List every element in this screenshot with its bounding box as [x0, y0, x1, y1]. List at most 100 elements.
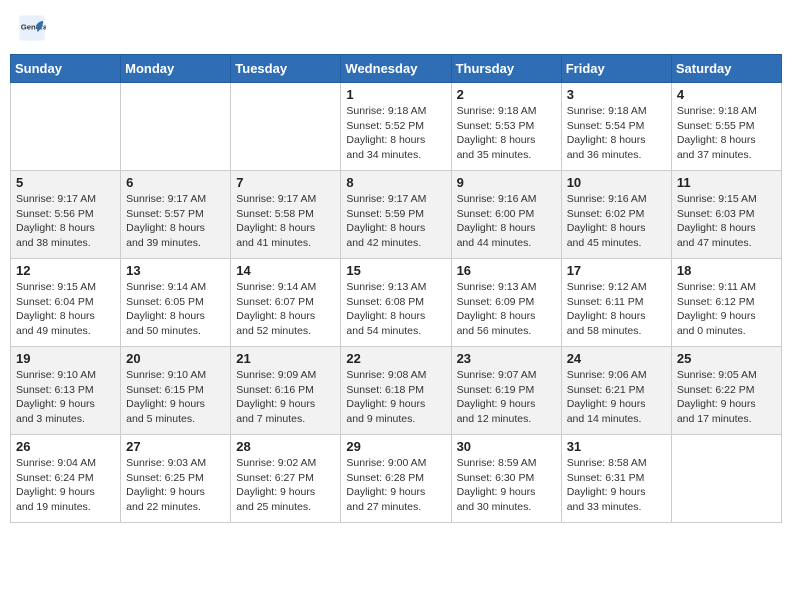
- day-info: Sunrise: 9:14 AMSunset: 6:05 PMDaylight:…: [126, 280, 225, 339]
- calendar-week-row: 19Sunrise: 9:10 AMSunset: 6:13 PMDayligh…: [11, 347, 782, 435]
- day-of-week-header: Friday: [561, 55, 671, 83]
- day-info: Sunrise: 8:59 AMSunset: 6:30 PMDaylight:…: [457, 456, 556, 515]
- calendar-header-row: SundayMondayTuesdayWednesdayThursdayFrid…: [11, 55, 782, 83]
- calendar-day-cell: 30 Sunrise: 8:59 AMSunset: 6:30 PMDayligh…: [451, 435, 561, 523]
- day-number: 24: [567, 351, 666, 366]
- day-info: Sunrise: 9:09 AMSunset: 6:16 PMDaylight:…: [236, 368, 335, 427]
- calendar-day-cell: 29Sunrise: 9:00 AMSunset: 6:28 PMDayligh…: [341, 435, 451, 523]
- day-info: Sunrise: 8:58 AMSunset: 6:31 PMDaylight:…: [567, 456, 666, 515]
- calendar-day-cell: 20 Sunrise: 9:10 AMSunset: 6:15 PMDayligh…: [121, 347, 231, 435]
- calendar-day-cell: [121, 83, 231, 171]
- calendar-day-cell: 17 Sunrise: 9:12 AMSunset: 6:11 PMDayligh…: [561, 259, 671, 347]
- calendar-day-cell: 11 Sunrise: 9:15 AMSunset: 6:03 PMDayligh…: [671, 171, 781, 259]
- calendar-table: SundayMondayTuesdayWednesdayThursdayFrid…: [10, 54, 782, 523]
- day-info: Sunrise: 9:17 AMSunset: 5:59 PMDaylight:…: [346, 192, 445, 251]
- day-number: 14: [236, 263, 335, 278]
- calendar-day-cell: 12 Sunrise: 9:15 AMSunset: 6:04 PMDayligh…: [11, 259, 121, 347]
- day-number: 6: [126, 175, 225, 190]
- calendar-day-cell: 6 Sunrise: 9:17 AMSunset: 5:57 PMDaylight…: [121, 171, 231, 259]
- day-info: Sunrise: 9:13 AMSunset: 6:08 PMDaylight:…: [346, 280, 445, 339]
- day-of-week-header: Saturday: [671, 55, 781, 83]
- day-number: 10: [567, 175, 666, 190]
- calendar-day-cell: 14 Sunrise: 9:14 AMSunset: 6:07 PMDayligh…: [231, 259, 341, 347]
- day-number: 5: [16, 175, 115, 190]
- day-info: Sunrise: 9:16 AMSunset: 6:00 PMDaylight:…: [457, 192, 556, 251]
- day-number: 11: [677, 175, 776, 190]
- day-number: 31: [567, 439, 666, 454]
- day-number: 9: [457, 175, 556, 190]
- calendar-day-cell: 24Sunrise: 9:06 AMSunset: 6:21 PMDayligh…: [561, 347, 671, 435]
- day-info: Sunrise: 9:17 AMSunset: 5:58 PMDaylight:…: [236, 192, 335, 251]
- day-number: 7: [236, 175, 335, 190]
- calendar-day-cell: 25Sunrise: 9:05 AMSunset: 6:22 PMDayligh…: [671, 347, 781, 435]
- day-of-week-header: Monday: [121, 55, 231, 83]
- day-number: 20: [126, 351, 225, 366]
- day-info: Sunrise: 9:10 AMSunset: 6:15 PMDaylight:…: [126, 368, 225, 427]
- calendar-week-row: 1 Sunrise: 9:18 AMSunset: 5:52 PMDaylight…: [11, 83, 782, 171]
- calendar-day-cell: [11, 83, 121, 171]
- logo-icon: General: [18, 14, 46, 42]
- day-number: 27: [126, 439, 225, 454]
- calendar-day-cell: 19Sunrise: 9:10 AMSunset: 6:13 PMDayligh…: [11, 347, 121, 435]
- calendar-day-cell: 23Sunrise: 9:07 AMSunset: 6:19 PMDayligh…: [451, 347, 561, 435]
- day-number: 25: [677, 351, 776, 366]
- day-info: Sunrise: 9:13 AMSunset: 6:09 PMDaylight:…: [457, 280, 556, 339]
- calendar-day-cell: [671, 435, 781, 523]
- calendar-day-cell: 27 Sunrise: 9:03 AMSunset: 6:25 PMDayligh…: [121, 435, 231, 523]
- day-info: Sunrise: 9:04 AMSunset: 6:24 PMDaylight:…: [16, 456, 115, 515]
- day-number: 12: [16, 263, 115, 278]
- day-info: Sunrise: 9:11 AMSunset: 6:12 PMDaylight:…: [677, 280, 776, 339]
- calendar-day-cell: 10 Sunrise: 9:16 AMSunset: 6:02 PMDayligh…: [561, 171, 671, 259]
- calendar-day-cell: 7 Sunrise: 9:17 AMSunset: 5:58 PMDaylight…: [231, 171, 341, 259]
- calendar-day-cell: 26 Sunrise: 9:04 AMSunset: 6:24 PMDayligh…: [11, 435, 121, 523]
- calendar-day-cell: 31 Sunrise: 8:58 AMSunset: 6:31 PMDayligh…: [561, 435, 671, 523]
- calendar-week-row: 26 Sunrise: 9:04 AMSunset: 6:24 PMDayligh…: [11, 435, 782, 523]
- day-number: 13: [126, 263, 225, 278]
- day-info: Sunrise: 9:16 AMSunset: 6:02 PMDaylight:…: [567, 192, 666, 251]
- day-info: Sunrise: 9:18 AMSunset: 5:54 PMDaylight:…: [567, 104, 666, 163]
- day-info: Sunrise: 9:18 AMSunset: 5:52 PMDaylight:…: [346, 104, 445, 163]
- page-header: General: [10, 10, 782, 46]
- day-info: Sunrise: 9:18 AMSunset: 5:53 PMDaylight:…: [457, 104, 556, 163]
- day-number: 3: [567, 87, 666, 102]
- day-info: Sunrise: 9:15 AMSunset: 6:03 PMDaylight:…: [677, 192, 776, 251]
- day-info: Sunrise: 9:17 AMSunset: 5:56 PMDaylight:…: [16, 192, 115, 251]
- day-info: Sunrise: 9:12 AMSunset: 6:11 PMDaylight:…: [567, 280, 666, 339]
- calendar-day-cell: 1 Sunrise: 9:18 AMSunset: 5:52 PMDaylight…: [341, 83, 451, 171]
- day-info: Sunrise: 9:02 AMSunset: 6:27 PMDaylight:…: [236, 456, 335, 515]
- day-number: 8: [346, 175, 445, 190]
- day-number: 15: [346, 263, 445, 278]
- calendar-week-row: 12 Sunrise: 9:15 AMSunset: 6:04 PMDayligh…: [11, 259, 782, 347]
- day-of-week-header: Tuesday: [231, 55, 341, 83]
- day-number: 17: [567, 263, 666, 278]
- day-info: Sunrise: 9:18 AMSunset: 5:55 PMDaylight:…: [677, 104, 776, 163]
- day-info: Sunrise: 9:14 AMSunset: 6:07 PMDaylight:…: [236, 280, 335, 339]
- calendar-day-cell: 8 Sunrise: 9:17 AMSunset: 5:59 PMDaylight…: [341, 171, 451, 259]
- day-info: Sunrise: 9:00 AMSunset: 6:28 PMDaylight:…: [346, 456, 445, 515]
- day-number: 16: [457, 263, 556, 278]
- day-info: Sunrise: 9:17 AMSunset: 5:57 PMDaylight:…: [126, 192, 225, 251]
- calendar-day-cell: 18 Sunrise: 9:11 AMSunset: 6:12 PMDayligh…: [671, 259, 781, 347]
- day-info: Sunrise: 9:15 AMSunset: 6:04 PMDaylight:…: [16, 280, 115, 339]
- day-number: 26: [16, 439, 115, 454]
- calendar-day-cell: 4 Sunrise: 9:18 AMSunset: 5:55 PMDaylight…: [671, 83, 781, 171]
- calendar-day-cell: 22Sunrise: 9:08 AMSunset: 6:18 PMDayligh…: [341, 347, 451, 435]
- calendar-day-cell: 21 Sunrise: 9:09 AMSunset: 6:16 PMDayligh…: [231, 347, 341, 435]
- day-of-week-header: Wednesday: [341, 55, 451, 83]
- calendar-week-row: 5 Sunrise: 9:17 AMSunset: 5:56 PMDaylight…: [11, 171, 782, 259]
- calendar-day-cell: 9 Sunrise: 9:16 AMSunset: 6:00 PMDaylight…: [451, 171, 561, 259]
- day-info: Sunrise: 9:03 AMSunset: 6:25 PMDaylight:…: [126, 456, 225, 515]
- calendar-day-cell: 5 Sunrise: 9:17 AMSunset: 5:56 PMDaylight…: [11, 171, 121, 259]
- logo: General: [18, 14, 48, 42]
- day-number: 4: [677, 87, 776, 102]
- day-number: 1: [346, 87, 445, 102]
- calendar-day-cell: 28Sunrise: 9:02 AMSunset: 6:27 PMDayligh…: [231, 435, 341, 523]
- day-number: 21: [236, 351, 335, 366]
- calendar-day-cell: 2Sunrise: 9:18 AMSunset: 5:53 PMDaylight…: [451, 83, 561, 171]
- day-number: 18: [677, 263, 776, 278]
- calendar-day-cell: 15 Sunrise: 9:13 AMSunset: 6:08 PMDayligh…: [341, 259, 451, 347]
- calendar-day-cell: [231, 83, 341, 171]
- day-info: Sunrise: 9:10 AMSunset: 6:13 PMDaylight:…: [16, 368, 115, 427]
- calendar-day-cell: 13 Sunrise: 9:14 AMSunset: 6:05 PMDayligh…: [121, 259, 231, 347]
- day-number: 30: [457, 439, 556, 454]
